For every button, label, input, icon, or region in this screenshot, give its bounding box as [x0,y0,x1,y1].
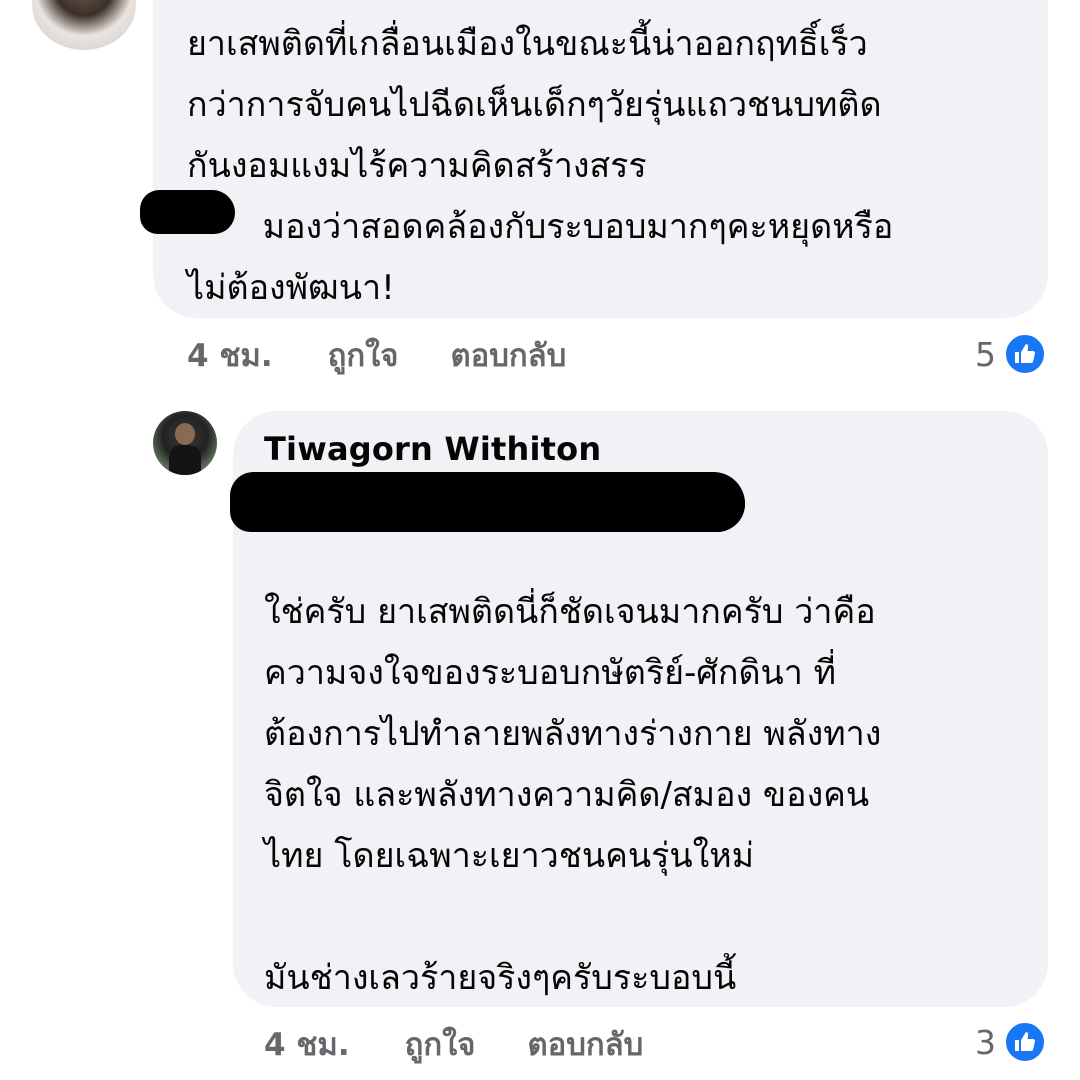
redaction-mark [610,476,745,532]
reaction-summary[interactable]: 3 [975,1021,1046,1063]
comment-text: ใช่ครับ ยาเสพติดนี่ก็ชัดเจนมากครับ ว่าคื… [264,592,882,998]
comment-timestamp[interactable]: 4 ชม. [187,330,273,380]
redaction-mark [140,190,235,234]
comment-text: ยาเสพติดที่เกลื่อนเมืองในขณะนี้น่าออกฤทธ… [187,24,894,308]
comment-author[interactable]: Tiwagorn Withiton [264,430,601,468]
comment-actions: 4 ชม. ถูกใจ ตอบกลับ [264,1019,695,1069]
comment-timestamp[interactable]: 4 ชม. [264,1019,350,1069]
reply-button[interactable]: ตอบกลับ [527,1019,643,1069]
comment-actions: 4 ชม. ถูกใจ ตอบกลับ [187,330,618,380]
commenter-avatar[interactable] [153,411,217,475]
commenter-avatar[interactable] [32,0,136,50]
thumbs-up-icon [1004,333,1046,375]
like-button[interactable]: ถูกใจ [328,330,399,380]
reaction-count: 5 [975,334,996,374]
reply-button[interactable]: ตอบกลับ [450,330,566,380]
like-button[interactable]: ถูกใจ [405,1019,476,1069]
reaction-count: 3 [975,1022,996,1062]
thumbs-up-icon [1004,1021,1046,1063]
reaction-summary[interactable]: 5 [975,333,1046,375]
